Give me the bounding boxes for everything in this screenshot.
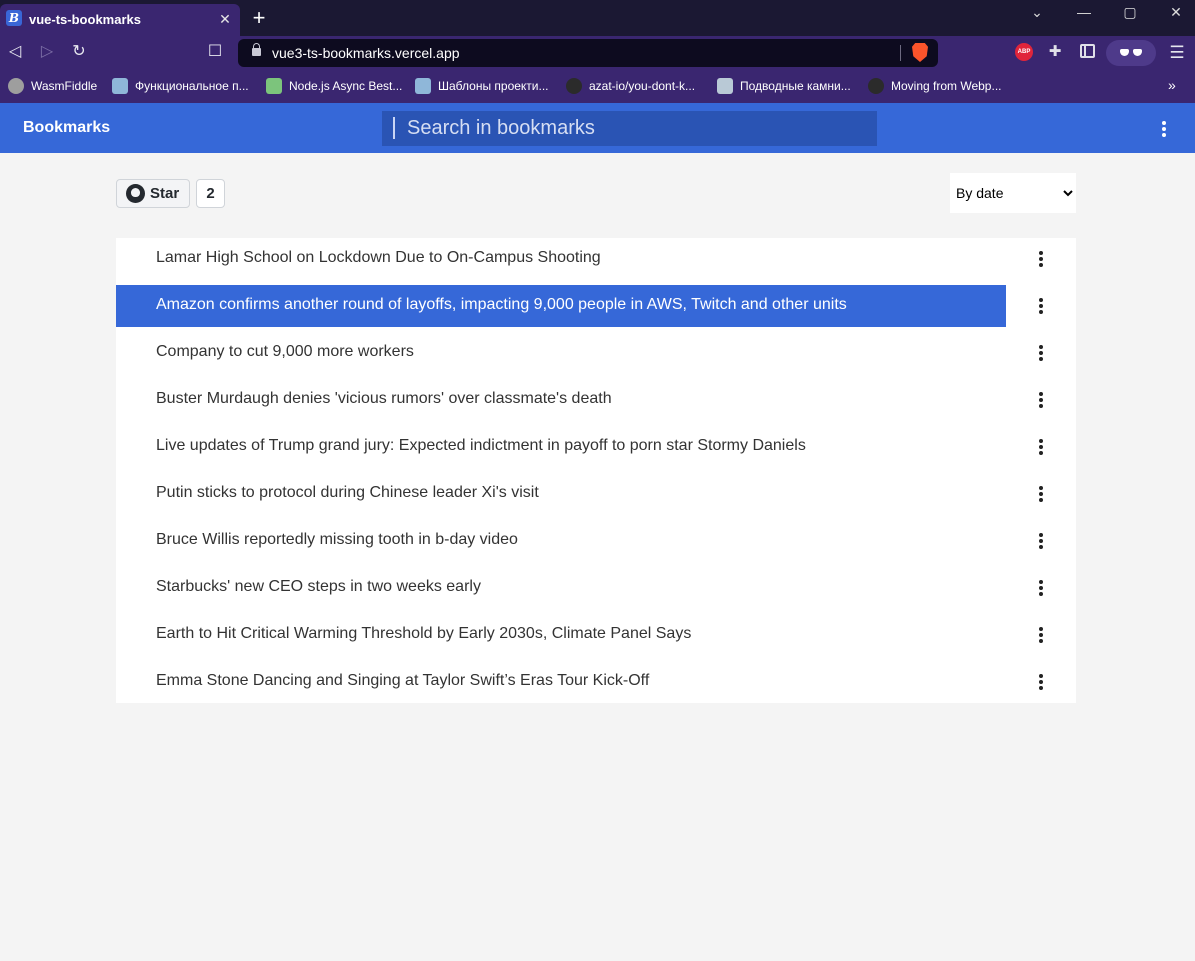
maximize-icon[interactable]: ▢: [1115, 2, 1145, 22]
minimize-icon[interactable]: —: [1069, 2, 1099, 22]
github-star-button[interactable]: Star: [116, 179, 190, 208]
bookmark-title[interactable]: Buster Murdaugh denies 'vicious rumors' …: [156, 390, 612, 408]
app-title: Bookmarks: [23, 119, 111, 136]
forward-icon[interactable]: ▷: [37, 42, 57, 62]
bookmark-row[interactable]: Putin sticks to protocol during Chinese …: [116, 473, 1076, 515]
bookmark-title[interactable]: Earth to Hit Critical Warming Threshold …: [156, 625, 691, 643]
star-label: Star: [150, 185, 180, 202]
bookmark-menu-icon[interactable]: [1031, 390, 1051, 410]
bookmark-label: Шаблоны проекти...: [438, 79, 549, 93]
bookmark-row[interactable]: Emma Stone Dancing and Singing at Taylor…: [116, 661, 1076, 703]
tab-close-icon[interactable]: ✕: [217, 11, 233, 27]
bookmark-label: Moving from Webp...: [891, 79, 1002, 93]
reload-icon[interactable]: ↻: [69, 42, 89, 62]
address-bar[interactable]: vue3-ts-bookmarks.vercel.app: [238, 39, 938, 67]
bookmark-label: Функциональное п...: [135, 79, 249, 93]
bookmark-page-icon[interactable]: ☐: [205, 42, 225, 62]
github-star-count[interactable]: 2: [196, 179, 225, 208]
bookmark-list: Lamar High School on Lockdown Due to On-…: [116, 238, 1076, 703]
bookmark-row[interactable]: Company to cut 9,000 more workers: [116, 332, 1076, 374]
bookmark-row[interactable]: Live updates of Trump grand jury: Expect…: [116, 426, 1076, 468]
bookmark-row[interactable]: Starbucks' new CEO steps in two weeks ea…: [116, 567, 1076, 609]
bookmark-row-selected[interactable]: Amazon confirms another round of layoffs…: [116, 285, 1076, 327]
bookmark-menu-icon[interactable]: [1031, 578, 1051, 598]
browser-tab-strip: B vue-ts-bookmarks ✕ + ⌄ — ▢ ✕: [0, 0, 1195, 36]
bookmark-menu-icon[interactable]: [1031, 672, 1051, 692]
bookmark-menu-icon[interactable]: [1031, 625, 1051, 645]
bookmark-label: Node.js Async Best...: [289, 79, 403, 93]
tab-search-chevron-icon[interactable]: ⌄: [1022, 2, 1052, 22]
bookmark-item[interactable]: Подводные камни...: [717, 77, 851, 95]
browser-toolbar: ◁ ▷ ↻ ☐ vue3-ts-bookmarks.vercel.app ABP…: [0, 36, 1195, 70]
bookmark-row[interactable]: Buster Murdaugh denies 'vicious rumors' …: [116, 379, 1076, 421]
bookmark-title[interactable]: Amazon confirms another round of layoffs…: [156, 296, 847, 314]
bookmark-menu-icon[interactable]: [1031, 484, 1051, 504]
tab-favicon-icon: B: [6, 10, 22, 26]
site-favicon-icon: [415, 78, 431, 94]
bookmarks-overflow-icon[interactable]: »: [1168, 77, 1176, 93]
bookmark-row[interactable]: Bruce Willis reportedly missing tooth in…: [116, 520, 1076, 562]
bookmark-title[interactable]: Putin sticks to protocol during Chinese …: [156, 484, 539, 502]
bookmark-item[interactable]: WasmFiddle: [8, 77, 97, 95]
adblock-plus-icon[interactable]: ABP: [1015, 43, 1033, 61]
browser-menu-icon[interactable]: ☰: [1169, 43, 1185, 63]
bookmark-item[interactable]: Node.js Async Best...: [266, 77, 402, 95]
private-glasses-icon: [1120, 49, 1142, 57]
address-bar-divider: [900, 45, 901, 61]
bookmark-menu-icon[interactable]: [1031, 249, 1051, 269]
app-menu-icon[interactable]: [1154, 119, 1174, 139]
bookmark-title[interactable]: Live updates of Trump grand jury: Expect…: [156, 437, 806, 455]
bookmark-item[interactable]: Moving from Webp...: [868, 77, 1001, 95]
url-text: vue3-ts-bookmarks.vercel.app: [272, 45, 460, 61]
bookmark-menu-icon[interactable]: [1031, 531, 1051, 551]
bookmark-row[interactable]: Lamar High School on Lockdown Due to On-…: [116, 238, 1076, 280]
bookmark-label: Подводные камни...: [740, 79, 851, 93]
bookmark-title[interactable]: Starbucks' new CEO steps in two weeks ea…: [156, 578, 481, 596]
tab-title: vue-ts-bookmarks: [29, 12, 141, 27]
bookmark-row[interactable]: Earth to Hit Critical Warming Threshold …: [116, 614, 1076, 656]
browser-tab-active[interactable]: B vue-ts-bookmarks ✕: [0, 4, 240, 36]
search-caret: [393, 117, 395, 139]
bookmark-item[interactable]: azat-io/you-dont-k...: [566, 77, 695, 95]
back-icon[interactable]: ◁: [5, 42, 25, 62]
site-favicon-icon: [868, 78, 884, 94]
bookmark-title[interactable]: Bruce Willis reportedly missing tooth in…: [156, 531, 518, 549]
bookmark-menu-icon[interactable]: [1031, 343, 1051, 363]
profile-button[interactable]: [1106, 40, 1156, 66]
sidebar-toggle-icon[interactable]: [1080, 44, 1095, 58]
bookmark-menu-icon[interactable]: [1031, 296, 1051, 316]
bookmark-item[interactable]: Шаблоны проекти...: [415, 77, 549, 95]
bookmark-title[interactable]: Emma Stone Dancing and Singing at Taylor…: [156, 672, 649, 690]
new-tab-icon[interactable]: +: [249, 7, 269, 29]
sort-select[interactable]: By date: [950, 173, 1076, 213]
bookmark-item[interactable]: Функциональное п...: [112, 77, 249, 95]
app-header: Bookmarks: [0, 103, 1195, 153]
site-favicon-icon: [717, 78, 733, 94]
extensions-icon[interactable]: ✚: [1046, 43, 1064, 61]
brave-shields-icon[interactable]: [912, 43, 928, 62]
bookmark-label: azat-io/you-dont-k...: [589, 79, 696, 93]
bookmarks-bar: WasmFiddle Функциональное п... Node.js A…: [0, 70, 1195, 103]
site-favicon-icon: [112, 78, 128, 94]
search-input[interactable]: [382, 111, 877, 146]
globe-icon: [8, 78, 24, 94]
bookmark-title[interactable]: Lamar High School on Lockdown Due to On-…: [156, 249, 601, 267]
site-favicon-icon: [266, 78, 282, 94]
bookmark-menu-icon[interactable]: [1031, 437, 1051, 457]
github-icon: [126, 184, 145, 203]
bookmark-title[interactable]: Company to cut 9,000 more workers: [156, 343, 414, 361]
github-icon: [566, 78, 582, 94]
bookmark-label: WasmFiddle: [31, 79, 98, 93]
lock-icon: [252, 43, 261, 56]
window-close-icon[interactable]: ✕: [1161, 2, 1191, 22]
